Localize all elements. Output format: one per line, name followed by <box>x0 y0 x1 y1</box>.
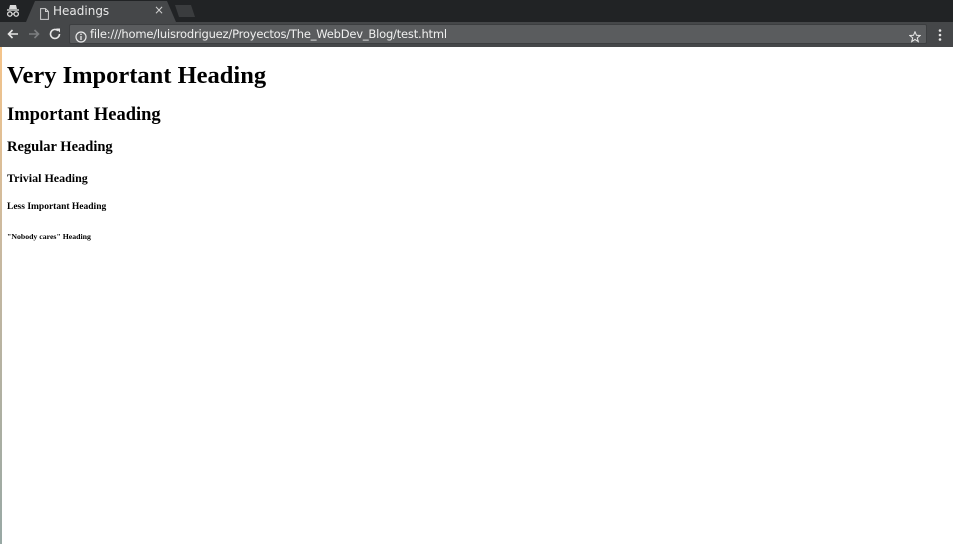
heading-4: Trivial Heading <box>7 171 88 185</box>
address-bar[interactable]: file:///home/luisrodriguez/Proyectos/The… <box>69 24 927 44</box>
reload-button[interactable] <box>47 26 63 42</box>
window-edge <box>0 47 2 544</box>
forward-button[interactable] <box>26 26 42 42</box>
heading-3: Regular Heading <box>7 139 113 155</box>
page-icon <box>40 5 49 20</box>
forward-arrow-icon <box>29 29 40 39</box>
star-icon[interactable] <box>908 28 922 43</box>
incognito-icon <box>5 3 21 19</box>
url-text[interactable]: file:///home/luisrodriguez/Proyectos/The… <box>90 27 447 41</box>
info-icon[interactable] <box>75 28 87 43</box>
close-tab-icon[interactable]: × <box>153 3 165 17</box>
heading-5: Less Important Heading <box>7 202 107 212</box>
toolbar: file:///home/luisrodriguez/Proyectos/The… <box>0 22 953 47</box>
tab-strip: Headings × <box>0 0 953 22</box>
kebab-menu-icon[interactable] <box>935 27 945 41</box>
heading-6: "Nobody cares" Heading <box>7 232 91 241</box>
tab-title: Headings <box>53 4 110 18</box>
heading-1: Very Important Heading <box>7 62 267 89</box>
new-tab-button[interactable] <box>175 5 195 17</box>
back-arrow-icon <box>7 29 18 39</box>
page-content: Very Important Heading Important Heading… <box>0 47 953 544</box>
heading-2: Important Heading <box>7 105 161 125</box>
back-button[interactable] <box>5 26 21 42</box>
reload-icon <box>49 28 61 40</box>
tab-headings[interactable]: Headings × <box>26 1 176 22</box>
